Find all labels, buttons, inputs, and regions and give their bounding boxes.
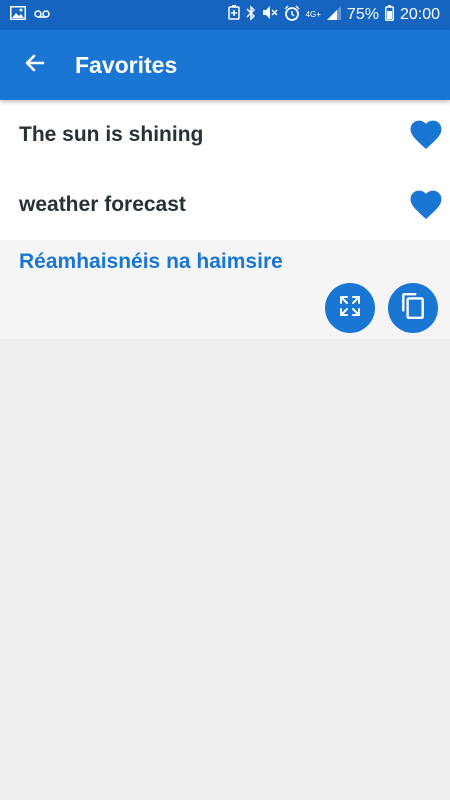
favorite-text: The sun is shining [19,123,204,146]
app-bar: Favorites [0,30,450,100]
back-button[interactable] [15,45,55,85]
unfavorite-button[interactable] [406,115,446,155]
translation-text: Réamhaisnéis na haimsire [19,250,283,273]
list-item[interactable]: weather forecast [0,170,450,240]
status-left-icons [10,5,50,25]
heart-icon [407,186,445,225]
fullscreen-button[interactable] [325,283,375,333]
list-item[interactable]: The sun is shining [0,100,450,170]
heart-icon [407,116,445,155]
bluetooth-icon [246,4,256,26]
clock: 20:00 [399,6,440,23]
unfavorite-button[interactable] [406,185,446,225]
battery-percent: 75% [346,6,379,23]
favorites-list: The sun is shining weather forecast Réam… [0,100,450,339]
copy-icon [400,292,426,325]
battery-icon [384,4,394,26]
image-icon [10,5,26,25]
fullscreen-icon [338,294,362,323]
voicemail-icon [34,6,50,24]
alarm-icon [284,4,300,26]
arrow-back-icon [23,51,47,80]
status-bar: 4G+ 75% 20:00 [0,0,450,30]
translation-panel: Réamhaisnéis na haimsire [0,240,450,339]
mute-icon [262,5,278,25]
network-type: 4G+ [305,10,321,19]
copy-button[interactable] [388,283,438,333]
status-right-icons: 4G+ 75% 20:00 [227,4,440,26]
battery-saver-icon [227,5,240,25]
signal-icon [326,5,341,25]
page-title: Favorites [75,51,178,78]
favorite-text: weather forecast [19,193,186,216]
